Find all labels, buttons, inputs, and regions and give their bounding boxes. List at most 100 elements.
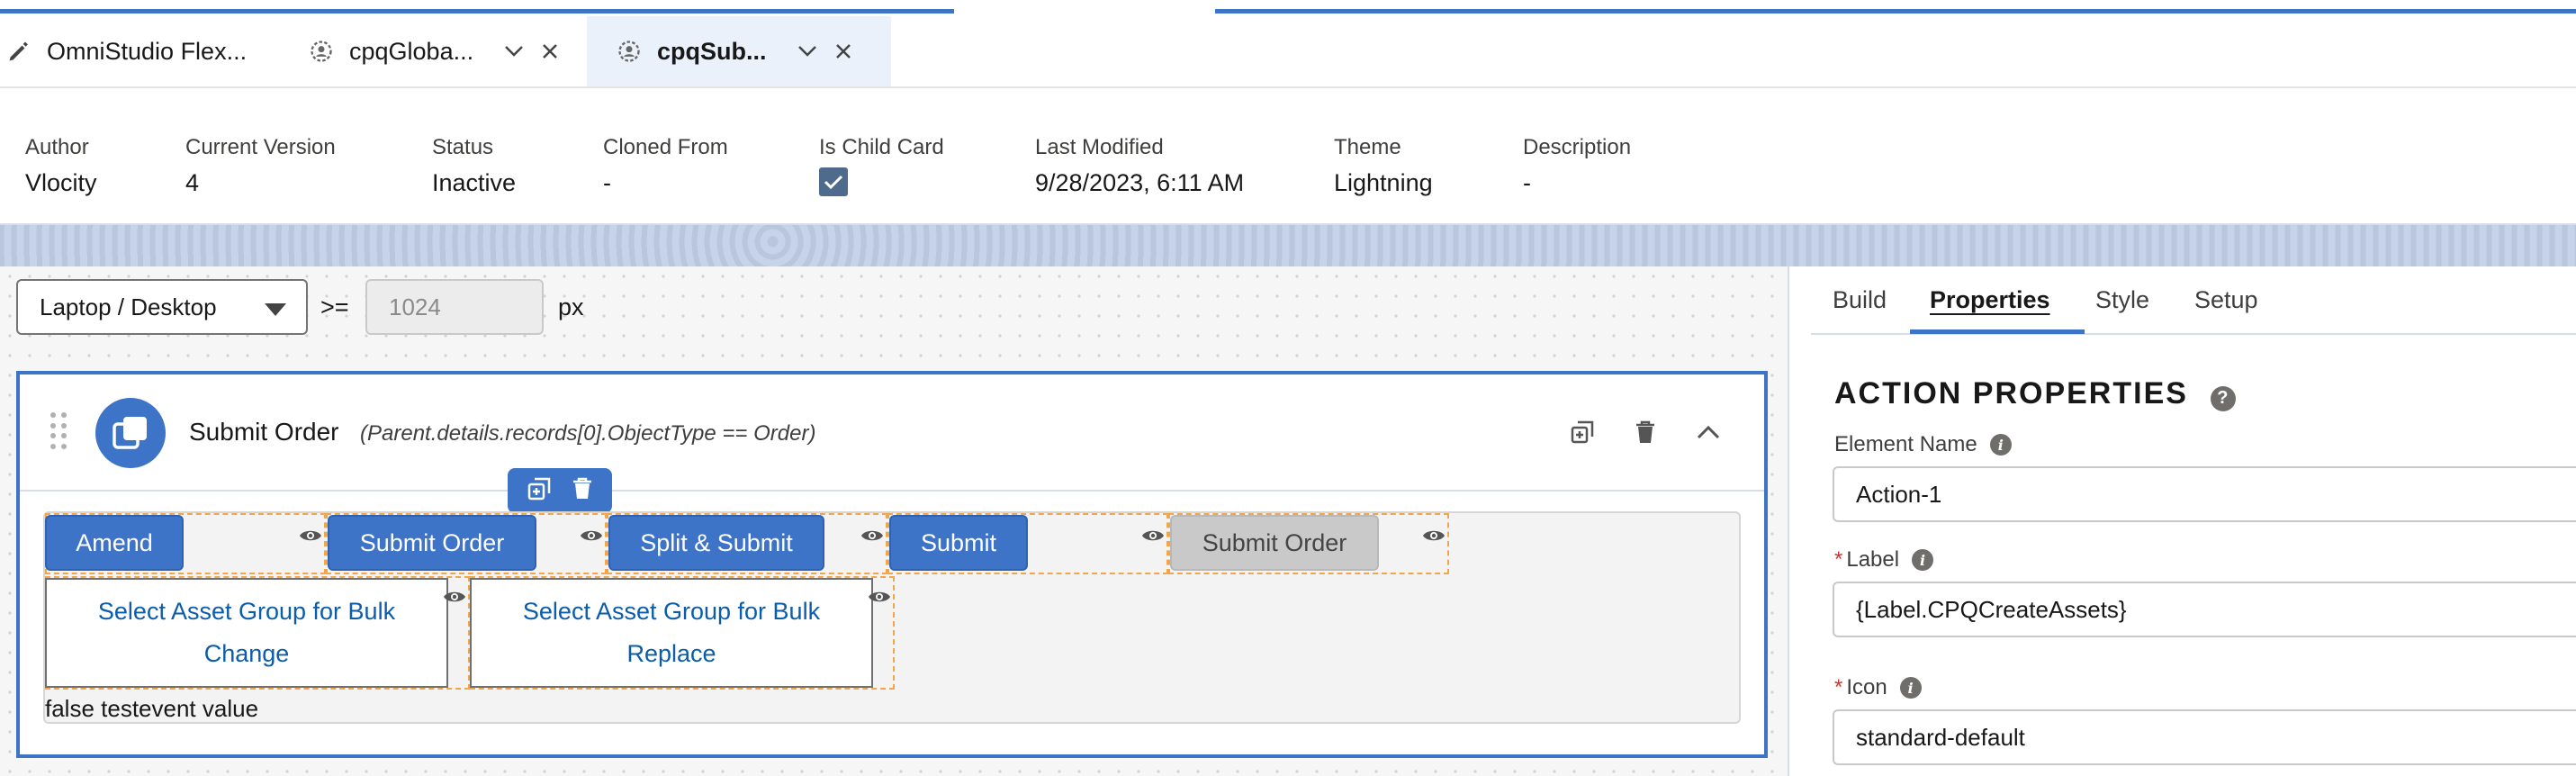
card-header: Submit Order (Parent.details.records[0].… [20,374,1764,492]
panel-tabs: Build Properties Style Setup [1811,266,2576,335]
element-name-label: Element Name i [1834,432,2012,457]
tab-label: cpqSub... [657,37,767,65]
builder-backdrop [0,225,2576,266]
breakpoint-width-input[interactable]: 1024 [365,279,544,335]
properties-panel: Build Properties Style Setup ACTION PROP… [1811,266,2576,776]
split-submit-button[interactable]: Split & Submit [608,515,824,571]
meta-label: Status [432,135,494,159]
card-state-title: Submit Order [189,418,339,446]
meta-value: Inactive [432,169,517,196]
info-icon[interactable]: i [1989,434,2012,456]
tab-setup[interactable]: Setup [2194,286,2258,314]
field-label-text: Icon [1846,675,1887,699]
design-canvas: Laptop / Desktop >= 1024 px Submit Order… [0,266,1789,776]
card-state-icon [95,398,166,468]
bulk-change-line1: Select Asset Group for Bulk [97,598,396,625]
label-input[interactable]: {Label.CPQCreateAssets} [1833,582,2576,637]
caret-down-icon [265,303,286,316]
card-body-block: Amend Submit Order Split & Submit Submit… [43,511,1741,724]
chevron-down-icon[interactable] [794,38,821,65]
help-icon[interactable]: ? [2211,385,2237,411]
meta-label: Theme [1334,135,1401,159]
delete-element-icon[interactable] [572,477,593,505]
meta-label: Last Modified [1035,135,1164,159]
meta-value: - [603,169,611,196]
clone-element-icon[interactable] [527,477,551,505]
flexcard-icon [306,36,337,67]
eye-icon[interactable] [1422,528,1446,544]
close-icon[interactable] [830,38,857,65]
tab-omnistudio[interactable]: OmniStudio Flex... [0,16,266,86]
bulk-replace-line1: Select Asset Group for Bulk [522,598,821,625]
meta-label: Author [25,135,89,159]
meta-label: Current Version [185,135,336,159]
section-title: ACTION PROPERTIES ? [1834,376,2237,411]
meta-value: - [1523,169,1531,196]
meta-label: Is Child Card [819,135,944,159]
submit-button[interactable]: Submit [889,515,1028,571]
submit-order-disabled-button[interactable]: Submit Order [1170,515,1379,571]
meta-cloned-from: Cloned From - [603,135,728,197]
device-select[interactable]: Laptop / Desktop [16,279,308,335]
workspace-tab-bar: OmniStudio Flex... cpqGloba... cpqSub... [0,0,2576,88]
info-icon[interactable]: i [1899,677,1922,699]
drag-handle-icon[interactable] [50,412,67,452]
flexcard-icon [614,36,644,67]
section-title-text: ACTION PROPERTIES [1834,376,2188,411]
meta-value: 4 [185,169,200,196]
info-icon[interactable]: i [1912,549,1934,571]
tab-strip-accent [0,9,954,14]
bulk-change-line2: Change [203,640,290,667]
clone-state-icon[interactable] [1564,414,1600,450]
element-toolbar [508,468,612,513]
icon-value: standard-default [1856,723,2025,751]
tab-label: OmniStudio Flex... [47,37,248,65]
tab-label: cpqGloba... [349,37,474,65]
submit-order-button[interactable]: Submit Order [328,515,536,571]
meta-value: 9/28/2023, 6:11 AM [1035,169,1245,196]
meta-label: Cloned From [603,135,728,159]
bulk-change-action[interactable]: Select Asset Group for Bulk Change [45,578,448,688]
meta-author: Author Vlocity [25,135,97,197]
eye-icon[interactable] [860,528,884,544]
breakpoint-width-placeholder: 1024 [389,293,441,320]
required-marker: * [1834,547,1843,572]
label-field-label: * Label i [1834,547,1934,573]
chevron-down-icon[interactable] [500,38,527,65]
icon-field-label: * Icon i [1834,675,1922,700]
bulk-replace-action[interactable]: Select Asset Group for Bulk Replace [470,578,873,688]
field-label-text: Label [1846,547,1900,572]
tab-cpqsubmit[interactable]: cpqSub... [587,16,891,86]
close-icon[interactable] [536,38,563,65]
icon-input[interactable]: standard-default [1833,709,2576,765]
amend-button[interactable]: Amend [45,515,184,571]
eye-icon[interactable] [299,528,322,544]
meta-last-modified: Last Modified 9/28/2023, 6:11 AM [1035,135,1244,197]
eye-icon[interactable] [580,528,603,544]
eye-icon[interactable] [443,589,466,605]
flexcard-state[interactable]: Submit Order (Parent.details.records[0].… [16,371,1768,758]
card-state-condition: (Parent.details.records[0].ObjectType ==… [360,421,816,446]
eye-icon[interactable] [1141,528,1165,544]
tab-build[interactable]: Build [1833,286,1887,314]
card-text-element: false testevent value [45,695,259,722]
tab-properties[interactable]: Properties [1930,286,2050,314]
tab-style[interactable]: Style [2095,286,2149,314]
pencil-icon [4,36,34,67]
eye-icon[interactable] [868,589,891,605]
required-marker: * [1834,675,1843,699]
element-name-value: Action-1 [1856,480,1942,508]
field-label-text: Element Name [1834,432,1977,456]
meta-is-child-card: Is Child Card [819,135,944,196]
meta-theme: Theme Lightning [1334,135,1433,197]
label-value: {Label.CPQCreateAssets} [1856,595,2127,623]
bulk-replace-line2: Replace [626,640,716,667]
element-name-input[interactable]: Action-1 [1833,466,2576,522]
meta-value: Vlocity [25,169,97,196]
meta-version: Current Version 4 [185,135,336,197]
delete-state-icon[interactable] [1627,414,1663,450]
meta-description: Description - [1523,135,1631,197]
child-card-checkbox[interactable] [819,167,848,196]
collapse-chevron-up-icon[interactable] [1690,414,1726,450]
tab-cpqglobal[interactable]: cpqGloba... [306,16,585,86]
